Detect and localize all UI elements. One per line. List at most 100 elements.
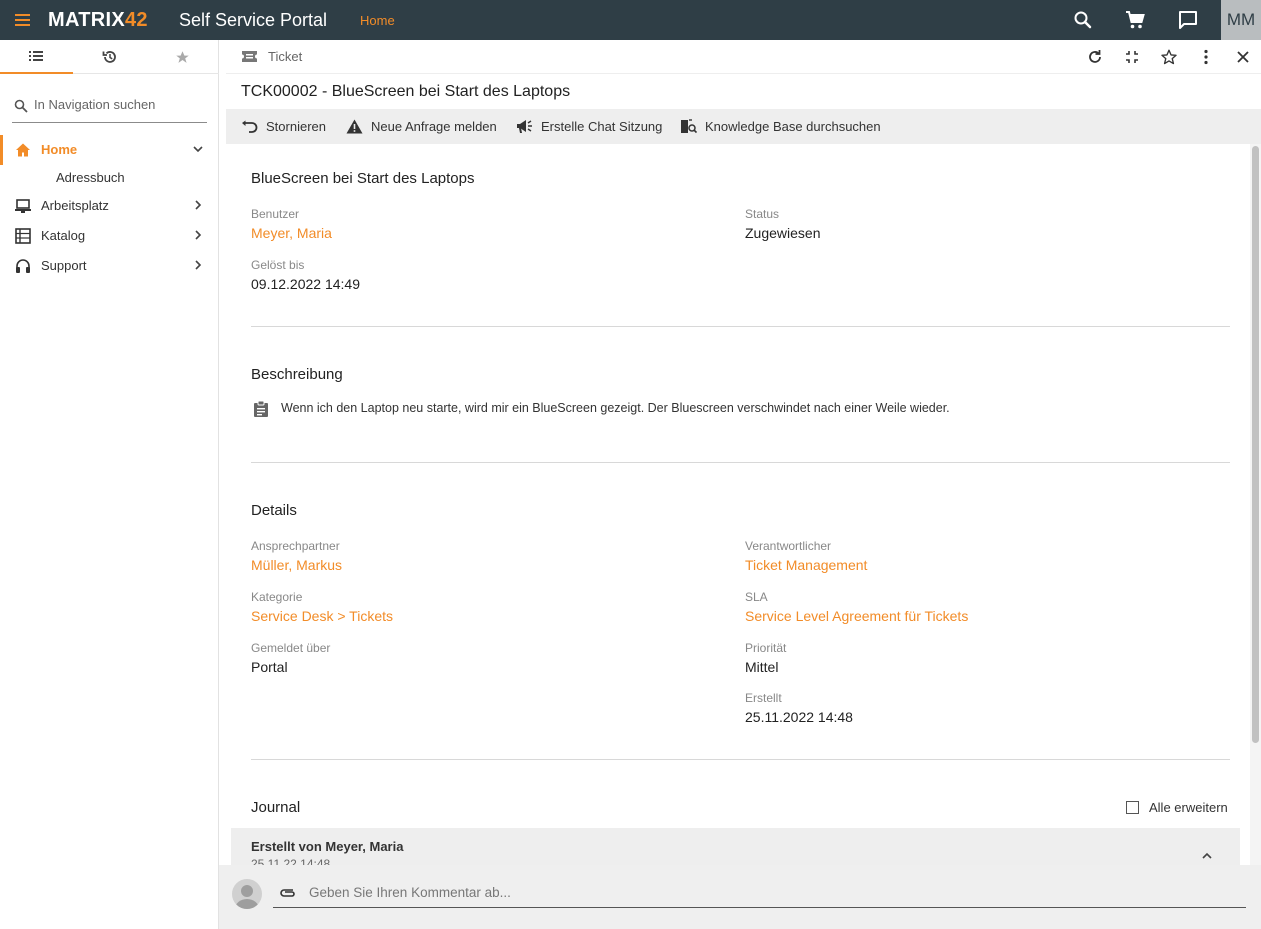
refresh-icon[interactable] [1086, 48, 1104, 66]
sidebar: Home Adressbuch Arbeitsplatz Katalog Sup… [0, 40, 219, 929]
megaphone-icon [517, 120, 532, 133]
search-icon[interactable] [1071, 8, 1095, 32]
description-text: Wenn ich den Laptop neu starte, wird mir… [281, 401, 950, 415]
nav-search [12, 91, 207, 123]
menu-icon[interactable] [13, 11, 35, 29]
sidebar-item-label: Katalog [41, 228, 86, 243]
action-label: Knowledge Base durchsuchen [705, 119, 881, 134]
panel-header: Ticket [226, 40, 1261, 74]
home-link[interactable]: Home [360, 13, 395, 28]
tab-history[interactable] [73, 40, 146, 74]
headset-icon [16, 259, 30, 273]
sidebar-item-katalog[interactable]: Katalog [0, 221, 219, 251]
sidebar-item-home[interactable]: Home [0, 135, 219, 165]
ticket-icon [242, 51, 257, 62]
created-value: 25.11.2022 14:48 [745, 709, 853, 725]
cart-icon[interactable] [1123, 8, 1147, 32]
ticket-content: BlueScreen bei Start des Laptops Benutze… [226, 144, 1246, 865]
sidebar-item-arbeitsplatz[interactable]: Arbeitsplatz [0, 191, 219, 221]
comment-field [273, 879, 1246, 908]
checkbox-box[interactable] [1126, 801, 1139, 814]
reported-via-label: Gemeldet über [251, 641, 331, 655]
sidebar-subitem-adressbuch[interactable]: Adressbuch [56, 170, 125, 185]
journal-entry-date: 25.11.22 14:48 [251, 857, 331, 865]
sidebar-tabs [0, 40, 219, 74]
close-icon[interactable] [1234, 48, 1252, 66]
divider [251, 326, 1230, 327]
resolved-by-label: Gelöst bis [251, 258, 305, 272]
details-heading: Details [251, 502, 297, 519]
cancel-ticket-button[interactable]: Stornieren [241, 109, 326, 144]
content-scrollbar[interactable] [1250, 144, 1261, 865]
book-search-icon [681, 119, 697, 134]
page-title: TCK00002 - BlueScreen bei Start des Lapt… [241, 83, 571, 100]
sla-link[interactable]: Service Level Agreement für Tickets [745, 608, 968, 624]
paperclip-icon[interactable] [279, 886, 297, 900]
nav-search-input[interactable] [34, 97, 204, 112]
comment-input[interactable] [309, 885, 1209, 900]
responsible-label: Verantwortlicher [745, 539, 832, 553]
user-label: Benutzer [251, 207, 300, 221]
tab-favorites[interactable] [146, 40, 219, 74]
status-value: Zugewiesen [745, 225, 821, 241]
sidebar-item-label: Home [41, 142, 78, 157]
avatar [232, 879, 262, 909]
action-label: Erstelle Chat Sitzung [541, 119, 663, 134]
workstation-icon [15, 199, 31, 213]
home-icon [16, 143, 30, 157]
more-vert-icon[interactable] [1197, 48, 1215, 66]
chevron-right-icon [195, 230, 202, 240]
sidebar-item-support[interactable]: Support [0, 251, 219, 281]
status-label: Status [745, 207, 780, 221]
favorite-star-icon[interactable] [1160, 48, 1178, 66]
summary-heading: BlueScreen bei Start des Laptops [251, 170, 475, 187]
contact-link[interactable]: Müller, Markus [251, 557, 342, 573]
created-label: Erstellt [745, 691, 782, 705]
responsible-link[interactable]: Ticket Management [745, 557, 867, 573]
journal-entry-title: Erstellt von Meyer, Maria [251, 839, 404, 854]
collapse-icon[interactable] [1123, 48, 1141, 66]
chevron-right-icon [195, 260, 202, 270]
divider [251, 462, 1230, 463]
chevron-up-icon[interactable] [1201, 850, 1213, 862]
history-icon [102, 51, 116, 63]
undo-icon [242, 120, 258, 133]
search-icon [14, 99, 28, 113]
breadcrumb: Ticket [268, 49, 303, 64]
journal-entry[interactable]: Erstellt von Meyer, Maria 25.11.22 14:48 [231, 828, 1240, 865]
comment-bar [219, 865, 1261, 929]
divider [251, 759, 1230, 760]
knowledge-base-button[interactable]: Knowledge Base durchsuchen [680, 109, 881, 144]
action-label: Stornieren [266, 119, 326, 134]
journal-heading: Journal [251, 799, 301, 816]
app-title: Self Service Portal [179, 10, 328, 30]
contact-label: Ansprechpartner [251, 539, 340, 553]
chat-icon[interactable] [1176, 8, 1200, 32]
user-avatar[interactable]: MM [1221, 0, 1261, 40]
scrollbar-thumb[interactable] [1252, 146, 1259, 743]
action-bar: Stornieren Neue Anfrage melden Erstelle … [226, 109, 1261, 144]
priority-label: Priorität [745, 641, 787, 655]
expand-all-label: Alle erweitern [1149, 800, 1228, 815]
tab-navigation[interactable] [0, 40, 73, 74]
top-bar: MATRIX42 Self Service Portal Home MM [0, 0, 1261, 40]
star-icon [176, 50, 189, 63]
expand-all-checkbox[interactable]: Alle erweitern [1126, 800, 1228, 815]
category-label: Kategorie [251, 590, 303, 604]
chevron-right-icon [195, 200, 202, 210]
action-label: Neue Anfrage melden [371, 119, 497, 134]
category-link[interactable]: Service Desk > Tickets [251, 608, 393, 624]
warning-icon [346, 119, 363, 134]
new-request-button[interactable]: Neue Anfrage melden [346, 109, 497, 144]
logo: MATRIX42 [48, 9, 148, 31]
clipboard-icon [254, 400, 268, 417]
resolved-by-value: 09.12.2022 14:49 [251, 276, 360, 292]
user-link[interactable]: Meyer, Maria [251, 225, 332, 241]
chevron-down-icon [193, 146, 203, 153]
description-heading: Beschreibung [251, 366, 343, 383]
sidebar-item-label: Arbeitsplatz [41, 198, 109, 213]
catalog-icon [15, 228, 31, 244]
sidebar-item-label: Support [41, 258, 87, 273]
create-chat-button[interactable]: Erstelle Chat Sitzung [516, 109, 662, 144]
sla-label: SLA [745, 590, 768, 604]
